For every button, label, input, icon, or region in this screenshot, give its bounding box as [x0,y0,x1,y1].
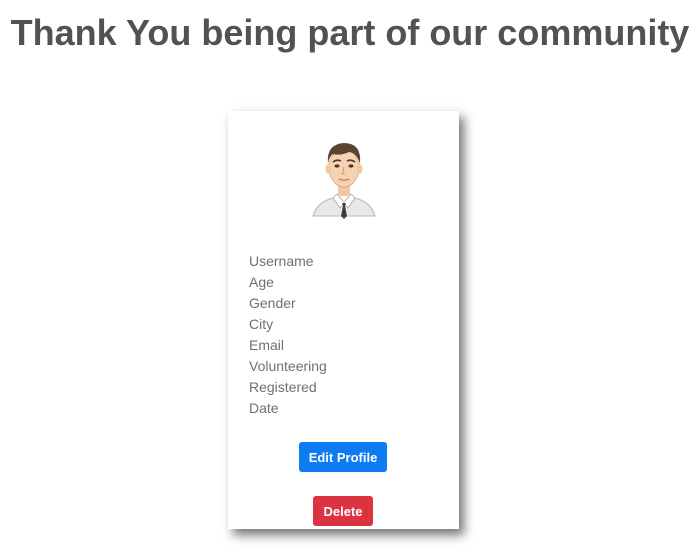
profile-card: Username Age Gender City Email Volunteer… [228,111,459,529]
field-city: City [249,316,274,332]
field-volunteering: Volunteering [249,358,327,374]
profile-fields: Username Age Gender City Email Volunteer… [249,251,327,419]
field-username: Username [249,253,314,269]
page-title: Thank You being part of our community [10,12,690,53]
page: Thank You being part of our community Us… [0,0,700,560]
field-email: Email [249,337,285,353]
male-avatar-icon [312,143,376,219]
field-age: Age [249,274,274,290]
field-date: Date [249,400,279,416]
delete-button[interactable]: Delete [313,496,373,526]
edit-profile-button[interactable]: Edit Profile [299,442,387,472]
field-registered: Registered [249,379,317,395]
field-gender: Gender [249,295,296,311]
